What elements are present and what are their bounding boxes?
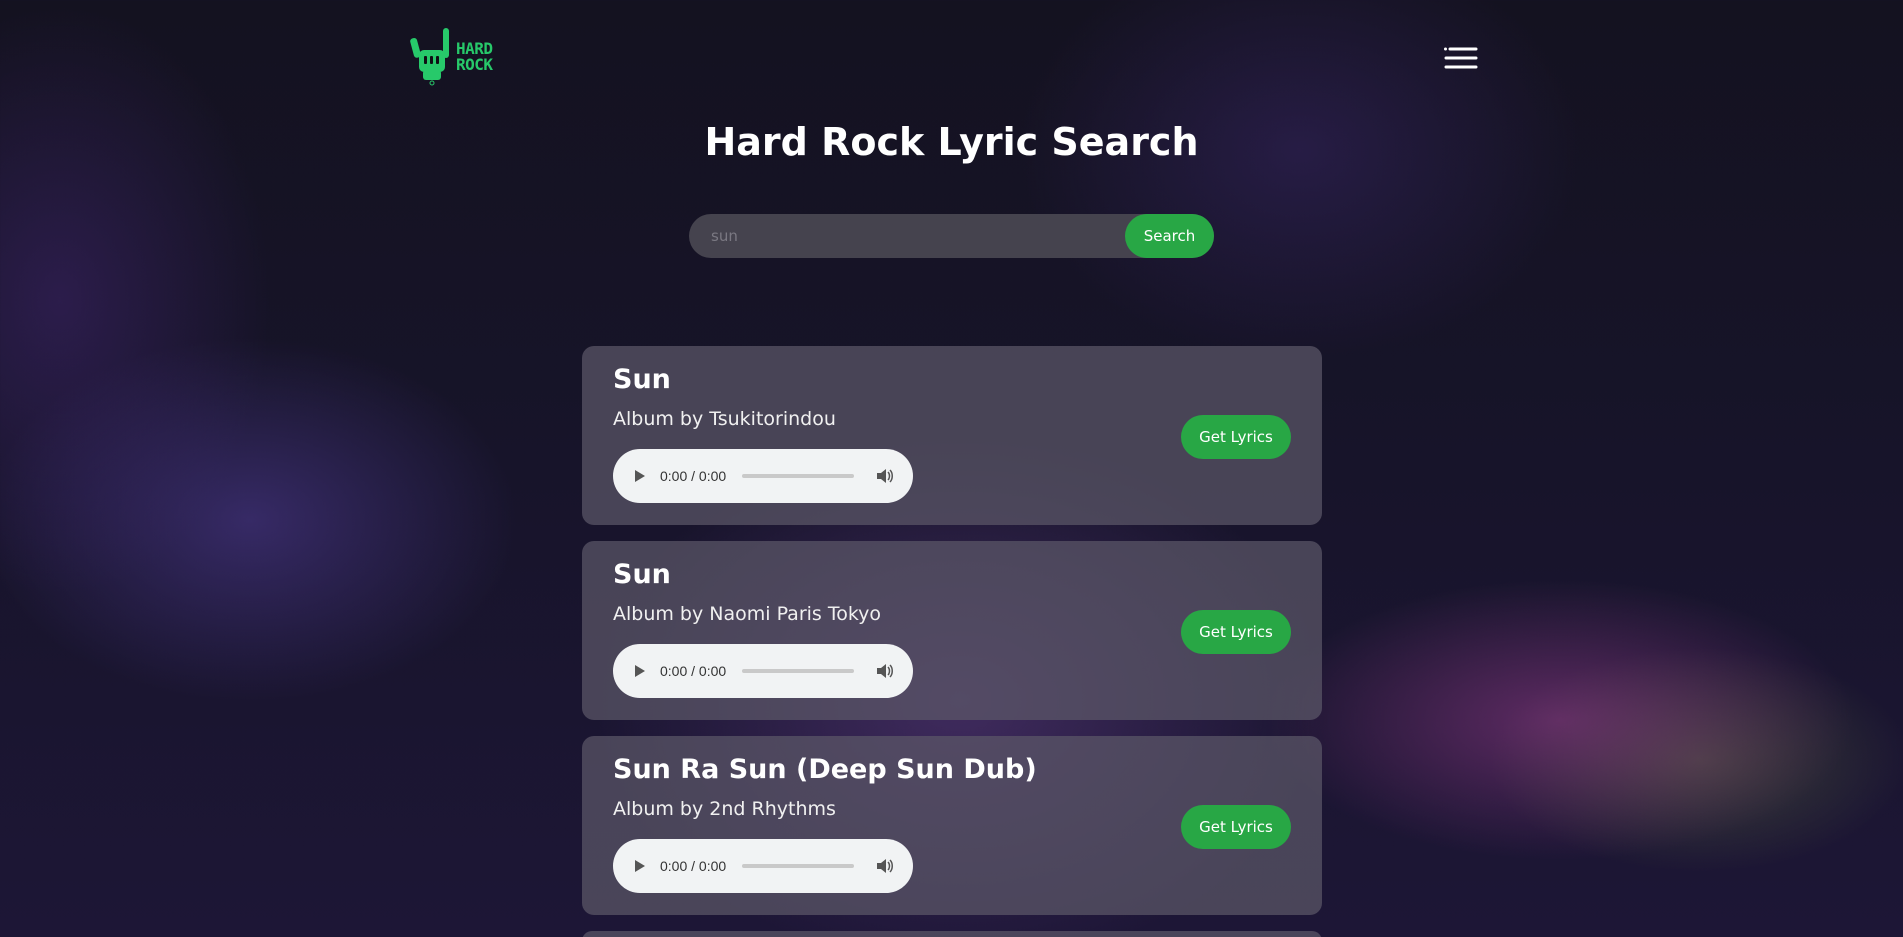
volume-icon[interactable] (876, 858, 894, 874)
song-title: Sun (613, 364, 671, 395)
search-bar: Search (689, 214, 1214, 258)
song-artist: Album by Naomi Paris Tokyo (613, 603, 882, 625)
search-input[interactable] (689, 214, 1129, 258)
audio-player[interactable]: 0:00 / 0:00 (613, 839, 913, 893)
song-artist: Album by Tsukitorindou (613, 408, 836, 430)
result-card: Sun Album by Naomi Paris Tokyo 0:00 / 0:… (582, 541, 1322, 720)
volume-icon[interactable] (876, 468, 894, 484)
hard-rock-logo[interactable]: HARD ROCK (410, 26, 505, 88)
menu-button[interactable] (1444, 46, 1478, 70)
search-button[interactable]: Search (1125, 214, 1214, 258)
results-list: Sun Album by Tsukitorindou 0:00 / 0:00 G… (582, 346, 1322, 937)
result-card: Sun Ra Sun (Deep Sun Dub) Album by 2nd R… (582, 736, 1322, 915)
get-lyrics-button[interactable]: Get Lyrics (1181, 805, 1291, 849)
player-time: 0:00 / 0:00 (660, 858, 727, 874)
player-time: 0:00 / 0:00 (660, 663, 727, 679)
song-title: Sun (613, 559, 671, 590)
player-time: 0:00 / 0:00 (660, 468, 727, 484)
result-card (582, 931, 1322, 937)
logo-text: HARD ROCK (456, 41, 493, 73)
hamburger-menu-icon (1444, 47, 1478, 69)
play-icon[interactable] (635, 860, 645, 872)
top-bar: HARD ROCK (410, 26, 1478, 88)
get-lyrics-button[interactable]: Get Lyrics (1181, 415, 1291, 459)
result-card: Sun Album by Tsukitorindou 0:00 / 0:00 G… (582, 346, 1322, 525)
audio-player[interactable]: 0:00 / 0:00 (613, 644, 913, 698)
song-title: Sun Ra Sun (Deep Sun Dub) (613, 754, 1037, 785)
play-icon[interactable] (635, 470, 645, 482)
song-artist: Album by 2nd Rhythms (613, 798, 836, 820)
progress-bar[interactable] (742, 669, 855, 673)
logo-text-line2: ROCK (456, 55, 493, 74)
audio-player[interactable]: 0:00 / 0:00 (613, 449, 913, 503)
page-title: Hard Rock Lyric Search (704, 120, 1199, 164)
play-icon[interactable] (635, 665, 645, 677)
volume-icon[interactable] (876, 663, 894, 679)
get-lyrics-button[interactable]: Get Lyrics (1181, 610, 1291, 654)
progress-bar[interactable] (742, 864, 855, 868)
rock-hand-icon (410, 28, 449, 86)
progress-bar[interactable] (742, 474, 855, 478)
